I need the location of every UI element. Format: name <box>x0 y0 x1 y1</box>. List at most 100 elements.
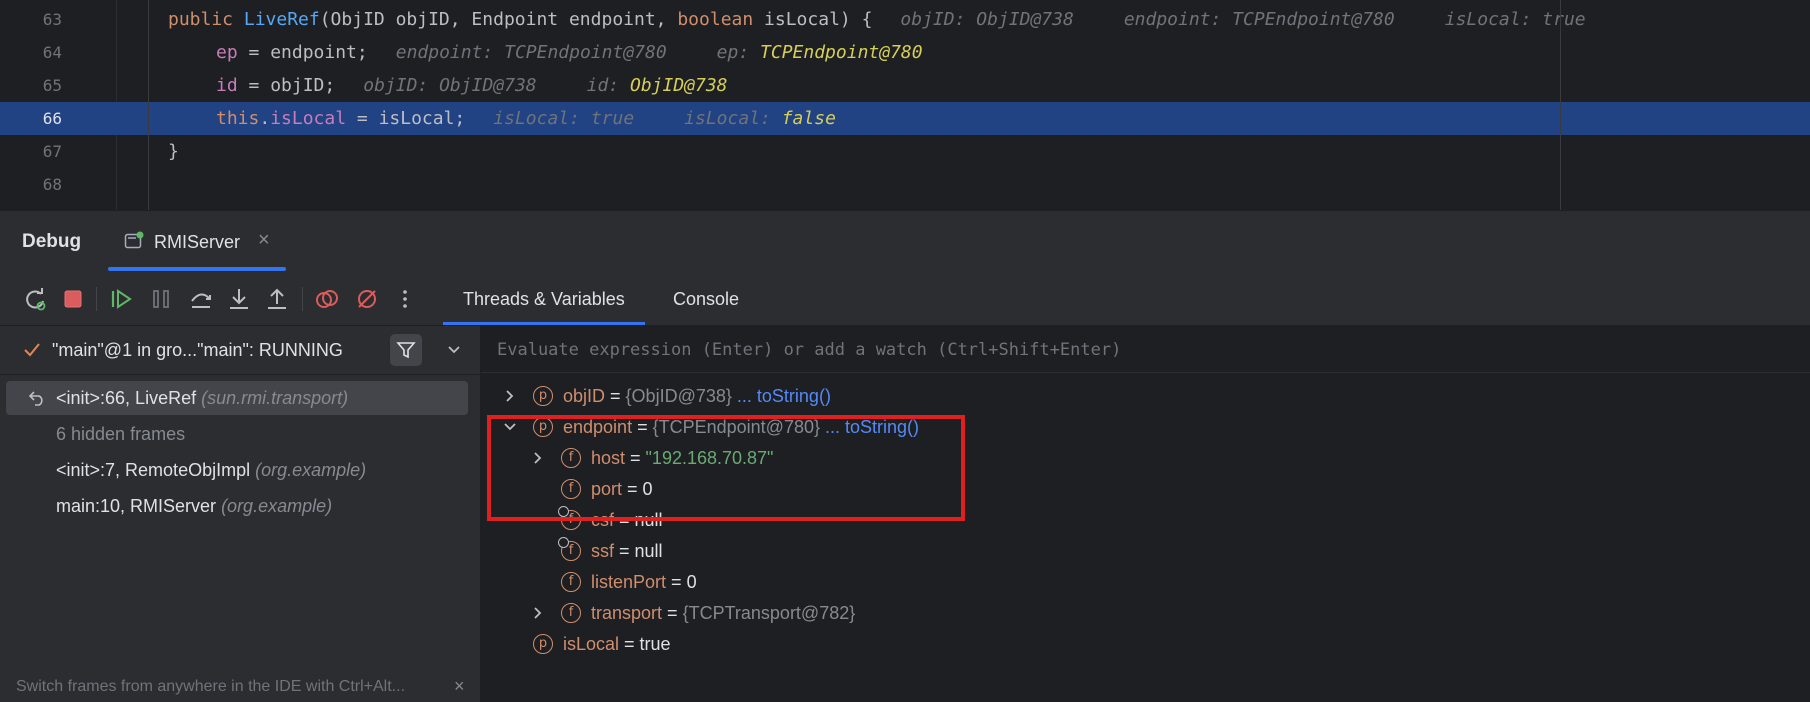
step-over-icon[interactable] <box>188 286 214 312</box>
code-token: ep <box>216 42 238 63</box>
code-token: id <box>216 75 238 96</box>
debug-toolbar: Threads & Variables Console <box>0 273 1810 326</box>
hidden-frames-label: 6 hidden frames <box>56 424 186 444</box>
code-text: this.isLocal = isLocal; isLocal: true isLo… <box>216 102 836 135</box>
variable-name: listenPort <box>591 572 667 592</box>
frame-name: <init>:7, RemoteObjImpl <box>56 460 256 480</box>
tostring-link[interactable]: ... toString() <box>737 386 831 406</box>
hidden-frames-item[interactable]: 6 hidden frames <box>6 417 468 451</box>
line-number: 65 <box>42 76 62 95</box>
inline-value-hint: ep: TCPEndpoint@780 <box>717 42 923 63</box>
stop-icon[interactable] <box>60 286 86 312</box>
code-line[interactable]: 68 <box>0 168 1810 201</box>
frames-panel: "main"@1 in gro..."main": RUNNING <init>… <box>0 326 481 702</box>
active-tab-underline <box>108 267 286 271</box>
indent-guide <box>148 0 149 210</box>
field-icon: f <box>561 603 581 623</box>
equals-sign: = <box>666 572 687 592</box>
chevron-down-icon[interactable] <box>446 342 462 358</box>
code-token: = isLocal; <box>346 108 466 129</box>
frame-item-main[interactable]: main:10, RMIServer (org.example) <box>6 489 468 523</box>
variable-name: objID <box>563 386 606 406</box>
code-text: } <box>168 135 179 168</box>
code-line-current[interactable]: 66 this.isLocal = isLocal; isLocal: true is… <box>0 102 1810 135</box>
thread-selector[interactable]: "main"@1 in gro..."main": RUNNING <box>0 326 480 375</box>
right-margin-guide <box>1560 0 1561 210</box>
inline-value-hint: id: ObjID@738 <box>587 75 728 96</box>
variable-ref: {ObjID@738} <box>625 386 732 406</box>
close-session-tab-icon[interactable]: × <box>258 229 270 252</box>
code-editor[interactable]: 63 public LiveRef(ObjID objID, Endpoint e… <box>0 0 1810 210</box>
more-options-icon[interactable] <box>392 286 418 312</box>
code-text: ep = endpoint; endpoint: TCPEndpoint@780 e… <box>216 36 923 69</box>
debug-tool-window-header: Debug RMIServer × <box>0 210 1810 274</box>
code-token: isLocal <box>270 108 347 129</box>
mute-breakpoints-icon[interactable] <box>354 286 380 312</box>
code-line[interactable]: 63 public LiveRef(ObjID objID, Endpoint e… <box>0 3 1810 36</box>
equals-sign: = <box>614 541 635 561</box>
frame-package: (org.example) <box>221 496 333 516</box>
pause-icon[interactable] <box>148 286 174 312</box>
hint-label: isLocal: <box>684 108 782 129</box>
toolbar-separator <box>302 287 303 311</box>
variable-text: isLocal = true <box>563 626 671 662</box>
code-line[interactable]: 64 ep = endpoint; endpoint: TCPEndpoint@78… <box>0 36 1810 69</box>
parameter-icon: p <box>533 634 553 654</box>
code-text: public LiveRef(ObjID objID, Endpoint end… <box>168 3 1586 36</box>
field-icon: f <box>558 537 581 561</box>
view-breakpoints-icon[interactable] <box>314 286 340 312</box>
parameter-icon: p <box>533 386 553 406</box>
tab-console[interactable]: Console <box>673 273 739 325</box>
rerun-icon[interactable] <box>22 286 48 312</box>
step-out-icon[interactable] <box>264 286 290 312</box>
debug-title: Debug <box>22 231 82 252</box>
inline-value-hint: endpoint: TCPEndpoint@780 <box>395 42 667 63</box>
step-into-icon[interactable] <box>226 286 252 312</box>
code-token: this <box>216 108 260 129</box>
session-tab-label: RMIServer <box>154 232 241 252</box>
close-tip-icon[interactable]: × <box>454 676 465 697</box>
frame-item-liveref[interactable]: <init>:66, LiveRef (sun.rmi.transport) <box>6 381 468 415</box>
hint-value: false <box>781 108 836 129</box>
code-token: LiveRef <box>243 9 320 30</box>
code-token: boolean <box>677 9 765 30</box>
code-token: (ObjID objID, Endpoint endpoint, <box>319 9 678 30</box>
variable-value: true <box>639 634 671 654</box>
evaluate-expression-input[interactable] <box>495 334 1789 366</box>
line-number: 67 <box>42 142 62 161</box>
code-token: isLocal) { <box>764 9 873 30</box>
inline-value-hint: objID: ObjID@738 <box>363 75 537 96</box>
variable-ref: {TCPTransport@782} <box>682 603 856 623</box>
code-text: id = objID; objID: ObjID@738 id: ObjID@738 <box>216 69 728 102</box>
inline-value-hint: isLocal: true <box>1444 9 1586 30</box>
frame-name: <init>:66, LiveRef <box>56 388 202 408</box>
code-token: = objID; <box>237 75 336 96</box>
code-token: public <box>168 9 244 30</box>
frame-item-remoteobjimpl[interactable]: <init>:7, RemoteObjImpl (org.example) <box>6 453 468 487</box>
evaluate-bar <box>481 326 1810 373</box>
code-line[interactable]: 65 id = objID; objID: ObjID@738 id: ObjID@7… <box>0 69 1810 102</box>
filter-button[interactable] <box>390 334 422 366</box>
code-line[interactable]: 67} <box>0 135 1810 168</box>
expand-right-icon[interactable] <box>503 389 517 403</box>
variable-value: null <box>634 541 663 561</box>
resume-icon[interactable] <box>108 286 134 312</box>
tab-threads-variables[interactable]: Threads & Variables <box>443 273 645 325</box>
equals-sign: = <box>662 603 683 623</box>
inline-value-hint: objID: ObjID@738 <box>900 9 1074 30</box>
expand-right-icon[interactable] <box>531 606 545 620</box>
toolbar-separator <box>96 287 97 311</box>
line-number: 63 <box>42 10 62 29</box>
variable-name: ssf <box>591 541 615 561</box>
equals-sign: = <box>605 386 626 406</box>
code-token: = endpoint; <box>237 42 368 63</box>
check-icon <box>24 343 40 357</box>
frame-package: (sun.rmi.transport) <box>201 388 349 408</box>
session-tab-rmiserver[interactable]: RMIServer × <box>108 211 286 273</box>
thread-label: "main"@1 in gro..."main": RUNNING <box>52 340 343 360</box>
line-number: 68 <box>42 175 62 194</box>
variable-row-islocal[interactable]: p isLocal = true <box>481 626 1810 662</box>
variable-value: 0 <box>686 572 697 592</box>
hint-value: TCPEndpoint@780 <box>760 42 923 63</box>
hint-label: id: <box>586 75 630 96</box>
